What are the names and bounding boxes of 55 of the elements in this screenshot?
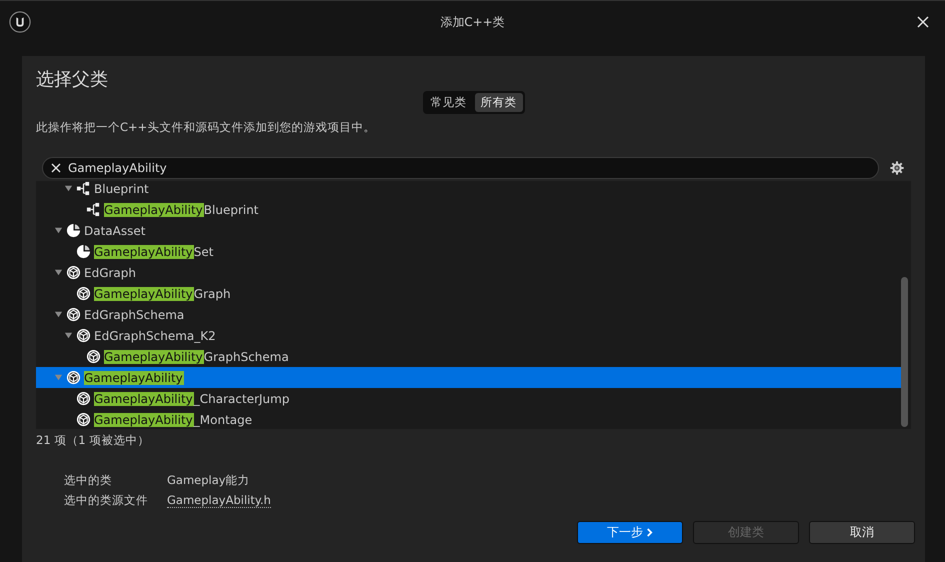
dialog-button[interactable]: 取消 bbox=[809, 521, 915, 544]
search-input[interactable]: GameplayAbility bbox=[68, 161, 878, 175]
cube-icon bbox=[66, 265, 81, 280]
tree-item-label: GameplayAbility Blueprint bbox=[104, 202, 259, 216]
cube-icon bbox=[66, 307, 81, 322]
logo-icon bbox=[9, 11, 31, 33]
item-count: 21 项（1 项被选中） bbox=[36, 433, 150, 448]
detail-label: 选中的类源文件 bbox=[64, 493, 149, 508]
window-title: 添加C++类 bbox=[440, 14, 505, 30]
tree-item-label: GameplayAbilityGraph bbox=[94, 286, 231, 300]
expand-arrow-icon[interactable] bbox=[54, 226, 62, 235]
hierarchy-icon bbox=[86, 202, 101, 217]
tree-item-label: GameplayAbility bbox=[84, 370, 184, 384]
detail-label: 选中的类 bbox=[64, 473, 113, 488]
cube-icon bbox=[76, 286, 91, 301]
tree-item-label: EdGraphSchema bbox=[84, 308, 184, 322]
tab[interactable]: 所有类 bbox=[474, 93, 522, 112]
detail-value: Gameplay能力 bbox=[167, 473, 251, 488]
settings-icon[interactable] bbox=[889, 160, 905, 176]
scrollbar-thumb[interactable] bbox=[901, 277, 908, 427]
pie-chart-icon bbox=[76, 244, 91, 259]
cube-icon bbox=[86, 349, 101, 364]
tree-item[interactable]: EdGraphSchema_K2 bbox=[36, 325, 901, 346]
search-field[interactable]: GameplayAbility bbox=[42, 157, 879, 179]
tree-item[interactable]: DataAsset bbox=[36, 220, 901, 241]
tree-item-label: DataAsset bbox=[84, 224, 146, 238]
pie-chart-icon bbox=[66, 223, 81, 238]
cube-icon bbox=[76, 328, 91, 343]
expand-arrow-icon[interactable] bbox=[54, 268, 62, 277]
tree-item-label: GameplayAbilityGraphSchema bbox=[104, 350, 289, 364]
tree-item[interactable]: GameplayAbilityGraphSchema bbox=[36, 346, 901, 367]
cube-icon bbox=[76, 391, 91, 406]
expand-arrow-icon[interactable] bbox=[54, 310, 62, 319]
expand-arrow-icon[interactable] bbox=[64, 331, 72, 340]
tree-item[interactable]: GameplayAbility bbox=[36, 367, 901, 388]
description: 此操作将把一个C++头文件和源码文件添加到您的游戏项目中。 bbox=[36, 120, 376, 135]
tree-item-label: GameplayAbilitySet bbox=[94, 244, 214, 258]
clear-icon[interactable] bbox=[51, 163, 61, 173]
tab[interactable]: 常见类 bbox=[424, 93, 472, 112]
tree-item-label: EdGraph bbox=[84, 266, 136, 280]
hierarchy-icon bbox=[76, 181, 91, 196]
cube-icon bbox=[66, 370, 81, 385]
dialog-heading: 选择父类 bbox=[36, 68, 108, 91]
file-link[interactable]: GameplayAbility.h bbox=[167, 493, 271, 508]
dialog-button[interactable]: 下一步 bbox=[577, 521, 683, 544]
tree-item[interactable]: Blueprint bbox=[36, 181, 901, 199]
tree-item[interactable]: GameplayAbilitySet bbox=[36, 241, 901, 262]
tree-item-label: Blueprint bbox=[94, 182, 149, 196]
tree-item-label: EdGraphSchema_K2 bbox=[94, 328, 216, 342]
tree-item[interactable]: GameplayAbility Blueprint bbox=[36, 199, 901, 220]
close-icon[interactable] bbox=[917, 16, 929, 28]
tree-item[interactable]: EdGraph bbox=[36, 262, 901, 283]
expand-arrow-icon[interactable] bbox=[64, 184, 72, 193]
tree-item[interactable]: EdGraphSchema bbox=[36, 304, 901, 325]
tree-item[interactable]: GameplayAbilityGraph bbox=[36, 283, 901, 304]
